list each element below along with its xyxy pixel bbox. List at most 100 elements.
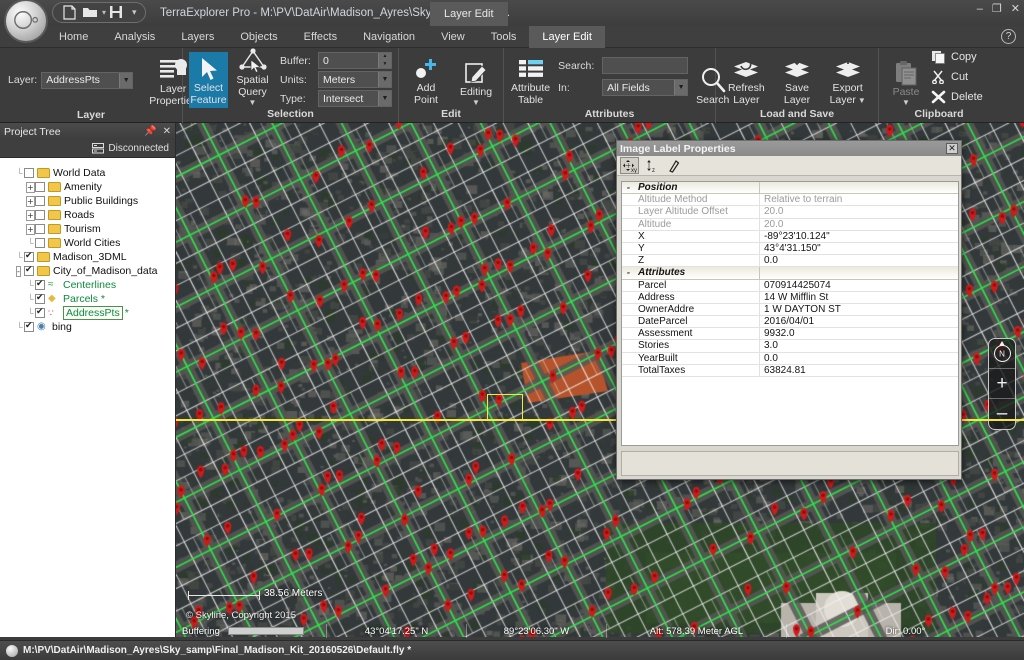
tree-expander[interactable]: + [26, 210, 35, 221]
tab-home[interactable]: Home [46, 26, 101, 48]
tree-item-world-data[interactable]: └ World Data [4, 166, 175, 180]
chevron-down-icon[interactable]: ▼ [378, 91, 391, 106]
tree-checkbox[interactable] [24, 264, 34, 276]
property-value[interactable]: 9932.0 [760, 328, 958, 339]
chevron-down-icon[interactable]: ▼ [902, 98, 910, 106]
tree-item-public-buildings[interactable]: + Public Buildings [4, 194, 175, 208]
property-value[interactable]: 3.0 [760, 340, 958, 351]
property-row[interactable]: DateParcel 2016/04/01 [622, 316, 958, 329]
tree-item-addresspts[interactable]: └ ∵ AddressPts* [4, 306, 175, 320]
property-row[interactable]: Y 43°4'31.150" [622, 242, 958, 256]
type-combobox[interactable]: Intersect ▼ [318, 90, 392, 107]
search-input[interactable] [602, 57, 689, 74]
add-point-button[interactable]: Add Point [405, 52, 447, 108]
save-layer-button[interactable]: Save Layer [773, 52, 822, 108]
property-value[interactable]: 63824.81 [760, 365, 958, 376]
spatial-query-button[interactable]: Spatial Query ▼ [233, 47, 272, 108]
save-disk-icon[interactable] [109, 5, 126, 21]
chevron-down-icon[interactable]: ▼ [249, 98, 257, 106]
chevron-down-icon[interactable]: ▼ [472, 98, 480, 106]
property-row[interactable]: YearBuilt 0.0 [622, 352, 958, 365]
dialog-title-bar[interactable]: Image Label Properties ✕ [617, 141, 961, 156]
tree-checkbox[interactable] [24, 250, 34, 262]
property-section-position[interactable]: - Position [622, 182, 958, 195]
tab-tools[interactable]: Tools [478, 26, 530, 48]
tree-checkbox[interactable] [35, 182, 45, 192]
delete-button[interactable]: Delete [931, 88, 987, 105]
property-row[interactable]: Address 14 W Mifflin St [622, 291, 958, 304]
tab-navigation[interactable]: Navigation [350, 26, 428, 48]
copy-button[interactable]: Copy [931, 48, 987, 65]
open-folder-icon[interactable] [82, 5, 99, 21]
tab-analysis[interactable]: Analysis [101, 26, 168, 48]
image-label-properties-dialog[interactable]: Image Label Properties ✕ xy z - Position A… [616, 140, 962, 480]
property-row[interactable]: Layer Altitude Offset 20.0 [622, 206, 958, 219]
close-icon[interactable]: ✕ [163, 126, 171, 137]
tree-checkbox[interactable] [35, 224, 45, 234]
tree-item-amenity[interactable]: + Amenity [4, 180, 175, 194]
maximize-button[interactable]: ❐ [992, 3, 1002, 15]
tree-item-centerlines[interactable]: └ ≈ Centerlines [4, 278, 175, 292]
chevron-down-icon[interactable]: ▾ [102, 8, 106, 17]
close-button[interactable]: ✕ [1011, 3, 1020, 15]
property-row[interactable]: Altitude Method Relative to terrain [622, 194, 958, 207]
chevron-down-icon[interactable]: ▼ [119, 72, 133, 88]
tree-item-tourism[interactable]: + Tourism [4, 222, 175, 236]
compass-north-icon[interactable] [989, 339, 1015, 369]
export-layer-button[interactable]: Export Layer ▼ [823, 52, 872, 108]
customize-qat-icon[interactable]: ▾ [132, 7, 137, 18]
search-in-combobox[interactable]: All Fields ▼ [602, 79, 689, 96]
chevron-down-icon[interactable]: ▼ [378, 72, 391, 87]
tree-checkbox[interactable] [35, 196, 45, 206]
property-row[interactable]: TotalTaxes 63824.81 [622, 364, 958, 377]
property-row[interactable]: OwnerAddre 1 W DAYTON ST [622, 303, 958, 317]
new-document-icon[interactable] [63, 4, 80, 21]
application-menu-orb[interactable]: ⧂ [4, 0, 48, 43]
tab-layers[interactable]: Layers [168, 26, 227, 48]
section-collapse-toggle[interactable]: - [622, 183, 635, 192]
tree-item-world-cities[interactable]: └ World Cities [4, 236, 175, 250]
paste-button[interactable]: Paste ▼ [885, 52, 927, 108]
property-value[interactable]: 14 W Mifflin St [760, 292, 958, 303]
property-grid[interactable]: - Position Altitude Method Relative to terr… [621, 181, 959, 446]
tree-expander[interactable]: - [15, 266, 24, 277]
buffer-input[interactable]: 0 ▲ ▼ [318, 52, 392, 69]
tree-item-bing[interactable]: └ ◉ bing [4, 320, 175, 334]
property-value[interactable]: 2016/04/01 [760, 316, 958, 327]
property-row[interactable]: Altitude 20.0 [622, 218, 958, 231]
section-collapse-toggle[interactable]: - [622, 268, 635, 277]
property-row[interactable]: X -89°23'10.124" [622, 230, 958, 243]
tree-item-parcels[interactable]: └ ◆ Parcels * [4, 292, 175, 306]
pick-point-icon[interactable] [664, 157, 683, 174]
tree-expander[interactable]: + [26, 196, 35, 207]
tab-effects[interactable]: Effects [291, 26, 350, 48]
move-xy-icon[interactable]: xy [620, 157, 639, 174]
zoom-in-button[interactable]: + [989, 369, 1015, 399]
tree-item-roads[interactable]: + Roads [4, 208, 175, 222]
chevron-down-icon[interactable]: ▼ [674, 80, 688, 95]
attribute-table-button[interactable]: Attribute Table [510, 52, 551, 108]
property-value[interactable]: 0.0 [760, 255, 958, 266]
property-value[interactable]: 0.0 [760, 353, 958, 364]
cut-button[interactable]: Cut [931, 68, 987, 85]
property-row[interactable]: Assessment 9932.0 [622, 328, 958, 341]
property-value[interactable]: 070914425074 [760, 280, 958, 291]
tree-expander[interactable]: + [26, 224, 35, 235]
tree-checkbox[interactable] [35, 278, 45, 290]
tab-layer-edit[interactable]: Layer Edit [529, 26, 605, 48]
tree-checkbox[interactable] [35, 306, 45, 318]
buffer-stepper[interactable]: ▲ ▼ [378, 53, 391, 68]
property-value[interactable]: -89°23'10.124" [760, 231, 958, 242]
zoom-out-button[interactable]: – [989, 399, 1015, 429]
tree-checkbox[interactable] [24, 320, 34, 332]
tab-objects[interactable]: Objects [227, 26, 290, 48]
pin-icon[interactable]: 📌 [144, 126, 156, 137]
tree-checkbox[interactable] [35, 292, 45, 304]
layer-combobox[interactable]: AddressPts ▼ [41, 71, 134, 89]
property-row[interactable]: Z 0.0 [622, 255, 958, 268]
tree-expander[interactable]: + [26, 182, 35, 193]
select-feature-button[interactable]: Select Feature [189, 51, 228, 108]
tree-checkbox[interactable] [35, 238, 45, 248]
tree-checkbox[interactable] [24, 168, 34, 178]
close-icon[interactable]: ✕ [946, 143, 958, 154]
